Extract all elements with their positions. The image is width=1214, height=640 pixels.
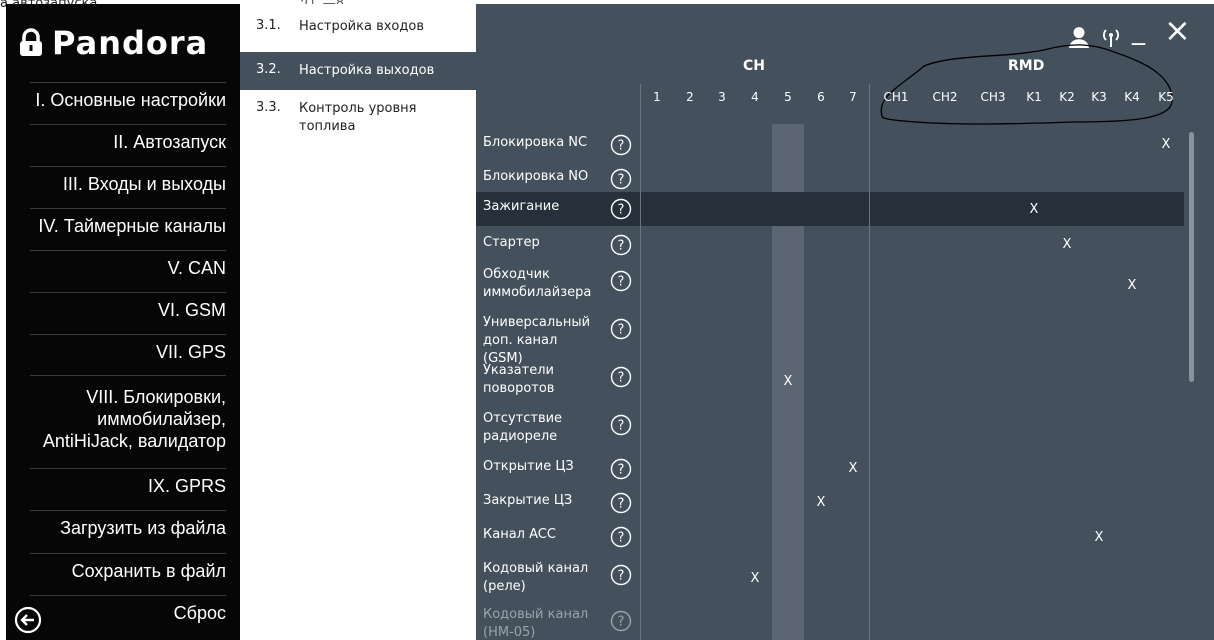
svg-text:?: ? [618, 531, 625, 546]
submenu-item-number: 3.1. [256, 18, 281, 33]
column-separator [640, 84, 641, 640]
column-header-5: 5 [784, 90, 792, 104]
pandora-logo: Pandora [18, 18, 208, 68]
help-icon[interactable]: ? [610, 610, 632, 632]
cell-mark[interactable]: X [1122, 278, 1142, 293]
row-label: Стартер [483, 235, 540, 250]
help-icon[interactable]: ? [610, 198, 632, 220]
column-header-6: 6 [817, 90, 825, 104]
row-label: Отсутствие радиореле [483, 411, 563, 444]
cell-mark[interactable]: X [843, 461, 863, 476]
row-label: Открытие ЦЗ [483, 459, 574, 474]
svg-text:?: ? [618, 275, 625, 290]
nav-item-10[interactable]: Загрузить из файла [30, 510, 226, 545]
column-header-k1: K1 [1026, 90, 1042, 104]
hand-drawn-annotation [880, 44, 1173, 125]
submenu-item-1[interactable]: 3.1. Настройка входов [240, 4, 476, 48]
cell-mark[interactable]: X [1024, 202, 1044, 217]
help-icon[interactable]: ? [610, 526, 632, 548]
help-icon[interactable]: ? [610, 414, 632, 436]
svg-text:?: ? [618, 463, 625, 478]
svg-text:?: ? [618, 419, 625, 434]
nav-item-12[interactable]: Сброс [30, 595, 226, 630]
submenu-item-label: Настройка входов [299, 19, 424, 34]
row-label: Кодовый канал (реле) [483, 561, 589, 594]
svg-text:?: ? [618, 139, 625, 154]
nav-item-1[interactable]: I. Основные настройки [30, 82, 226, 117]
row-label: Обходчик иммобилайзера [483, 267, 592, 300]
column-header-4: 4 [751, 90, 759, 104]
cell-mark[interactable]: X [745, 571, 765, 586]
column-header-ch3: CH3 [980, 90, 1006, 104]
help-icon[interactable]: ? [610, 318, 632, 340]
svg-text:?: ? [618, 371, 625, 386]
nav-item-8[interactable]: VIII. Блокировки, иммобилайзер, AntiHiJa… [30, 375, 226, 462]
submenu-item-label: Настройка выходов [299, 63, 435, 78]
svg-text:?: ? [618, 323, 625, 338]
nav-item-2[interactable]: II. Автозапуск [30, 124, 226, 159]
svg-text:?: ? [618, 173, 625, 188]
nav-item-9[interactable]: IX. GPRS [30, 468, 226, 503]
group-label-ch: CH [743, 58, 765, 74]
help-icon[interactable]: ? [610, 492, 632, 514]
svg-text:?: ? [618, 615, 625, 630]
column-header-ch2: CH2 [932, 90, 958, 104]
help-icon[interactable]: ? [610, 458, 632, 480]
submenu-panel: 3.1. Настройка входов 3.2. Настройка выходо… [240, 4, 476, 640]
column-header-k4: K4 [1124, 90, 1140, 104]
row-label: Блокировка NC [483, 135, 588, 150]
svg-text:?: ? [618, 203, 625, 218]
column-separator [869, 84, 870, 640]
nav-item-4[interactable]: IV. Таймерные каналы [30, 208, 226, 243]
help-icon[interactable]: ? [610, 134, 632, 156]
row-label: Указатели поворотов [483, 363, 555, 396]
column-header-3: 3 [718, 90, 726, 104]
outputs-table-panel: _ × CH RMD 1 2 3 4 5 6 7 CH1 CH2 CH3 K1 K2 K3 K4 K5 Бло… [476, 4, 1214, 640]
cell-mark[interactable]: X [778, 374, 798, 389]
logo-text: Pandora [52, 24, 209, 62]
submenu-item-number: 3.2. [256, 62, 281, 77]
nav-item-5[interactable]: V. CAN [30, 250, 226, 285]
nav-item-3[interactable]: III. Входы и выходы [30, 166, 226, 201]
row-label: Канал ACC [483, 527, 556, 542]
nav-item-6[interactable]: VI. GSM [30, 292, 226, 327]
row-label: Кодовый канал (НМ-05) [483, 607, 589, 640]
main-navigation: Pandora I. Основные настройки II. Автозап… [6, 4, 240, 640]
column-header-7: 7 [849, 90, 857, 104]
cell-mark[interactable]: X [1057, 237, 1077, 252]
column-header-1: 1 [653, 90, 661, 104]
nav-item-11[interactable]: Сохранить в файл [30, 553, 226, 588]
vertical-scrollbar[interactable] [1189, 132, 1194, 382]
column-header-k5: K5 [1158, 90, 1174, 104]
row-label: Закрытие ЦЗ [483, 493, 573, 508]
help-icon[interactable]: ? [610, 270, 632, 292]
svg-text:?: ? [618, 569, 625, 584]
row-label: Зажигание [483, 199, 560, 214]
cell-mark[interactable]: X [811, 495, 831, 510]
submenu-item-label: Контроль уровня топлива [299, 101, 417, 134]
nav-item-7[interactable]: VII. GPS [30, 334, 226, 369]
help-icon[interactable]: ? [610, 168, 632, 190]
column-header-k3: K3 [1091, 90, 1107, 104]
column-header-2: 2 [686, 90, 694, 104]
column-header-ch1: CH1 [883, 90, 909, 104]
padlock-icon [18, 28, 44, 58]
submenu-item-3[interactable]: 3.3. Контроль уровня топлива [240, 92, 476, 152]
help-icon[interactable]: ? [610, 564, 632, 586]
column-header-k2: K2 [1059, 90, 1075, 104]
back-arrow-icon[interactable] [14, 606, 42, 634]
submenu-item-2[interactable]: 3.2. Настройка выходов [240, 52, 476, 90]
cell-mark[interactable]: X [1089, 530, 1109, 545]
row-label: Универсальный доп. канал (GSM) [483, 315, 591, 366]
svg-text:?: ? [618, 497, 625, 512]
help-icon[interactable]: ? [610, 234, 632, 256]
submenu-item-number: 3.3. [256, 100, 281, 115]
cell-mark[interactable]: X [1156, 137, 1176, 152]
row-label: Блокировка NO [483, 169, 589, 184]
svg-text:?: ? [618, 239, 625, 254]
help-icon[interactable]: ? [610, 366, 632, 388]
